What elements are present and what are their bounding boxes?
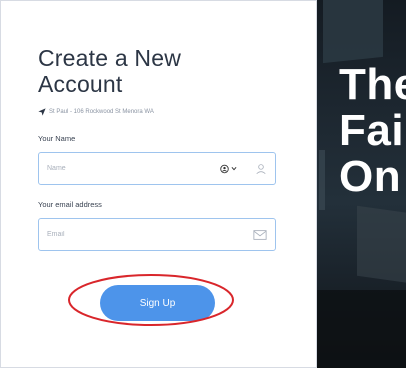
name-label: Your Name [38, 134, 76, 143]
name-field[interactable] [38, 152, 276, 185]
signup-screen: Create a New Account St Paul - 106 Rockw… [0, 0, 406, 368]
grammarly-widget[interactable] [220, 164, 237, 173]
location-text: St Paul - 106 Rockwood St Menora WA [49, 109, 154, 115]
hero-image-panel: The Fai On [317, 0, 406, 368]
page-title: Create a New Account [38, 45, 181, 97]
user-icon [255, 163, 267, 175]
email-input[interactable] [39, 231, 207, 238]
signup-form-panel: Create a New Account St Paul - 106 Rockw… [0, 0, 317, 368]
hero-headline: The Fai On [339, 62, 406, 200]
title-line-2: Account [38, 71, 123, 97]
email-field[interactable] [38, 218, 276, 251]
sign-up-button[interactable]: Sign Up [100, 285, 215, 321]
name-input[interactable] [39, 165, 207, 172]
hero-bg-shape [319, 150, 325, 210]
hero-bg-shape [357, 205, 406, 285]
email-label: Your email address [38, 200, 102, 209]
grammarly-icon [220, 164, 229, 173]
location-line: St Paul - 106 Rockwood St Menora WA [38, 108, 154, 116]
chevron-down-icon [231, 166, 237, 171]
hero-bg-shape [323, 0, 383, 64]
hero-line-3: On [339, 152, 402, 201]
title-line-1: Create a New [38, 45, 182, 71]
hero-bg-shape [317, 290, 406, 368]
location-arrow-icon [38, 108, 46, 116]
hero-line-2: Fai [339, 106, 405, 155]
envelope-icon [253, 229, 267, 240]
hero-line-1: The [339, 60, 406, 109]
